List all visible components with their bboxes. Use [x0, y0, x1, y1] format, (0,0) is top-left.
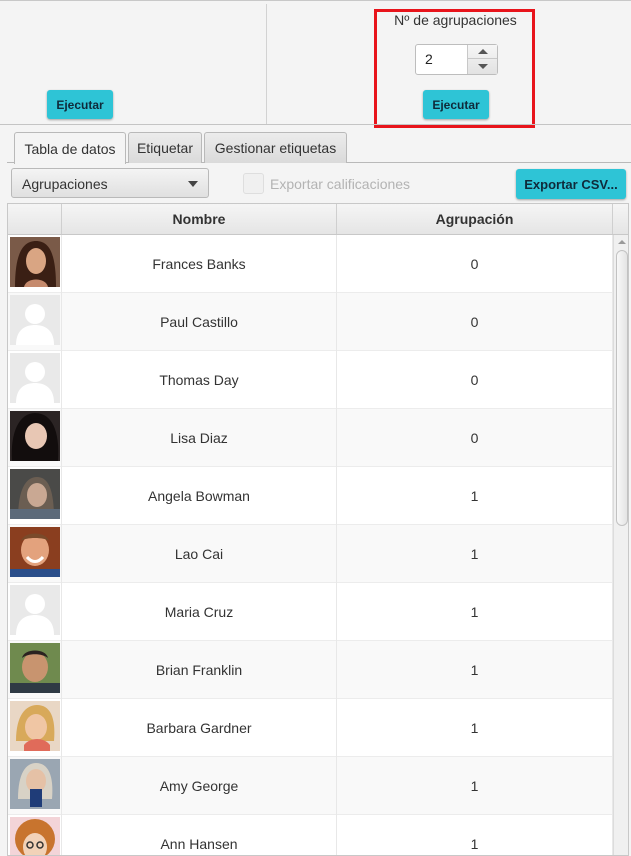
scroll-up-button[interactable]	[614, 235, 628, 249]
group-cell: 1	[337, 815, 613, 855]
name-cell: Amy George	[62, 757, 337, 815]
table-row[interactable]: Lao Cai 1	[8, 525, 613, 583]
avatar	[10, 411, 60, 461]
column-header-name[interactable]: Nombre	[62, 204, 337, 234]
tab-label[interactable]: Etiquetar	[128, 132, 202, 163]
panel-divider	[266, 4, 267, 124]
group-count-spinner[interactable]: 2	[415, 44, 498, 75]
name-cell: Lao Cai	[62, 525, 337, 583]
name-cell: Angela Bowman	[62, 467, 337, 525]
spinner-buttons	[467, 45, 497, 74]
avatar-cell	[8, 235, 62, 293]
name-cell: Maria Cruz	[62, 583, 337, 641]
avatar	[10, 469, 60, 519]
group-count-value[interactable]: 2	[425, 51, 433, 67]
avatar-cell	[8, 409, 62, 467]
grouping-combo-value: Agrupaciones	[22, 176, 108, 192]
table-row[interactable]: Brian Franklin 1	[8, 641, 613, 699]
name-cell: Thomas Day	[62, 351, 337, 409]
arrow-up-icon	[618, 240, 626, 244]
avatar	[10, 295, 60, 345]
grouping-combo[interactable]: Agrupaciones	[11, 168, 209, 198]
table-body: Frances Banks 0 Paul Castillo 0 Thomas Day 0 L…	[8, 235, 613, 855]
arrow-up-icon	[477, 49, 488, 54]
group-cell: 0	[337, 293, 613, 351]
column-header-avatar[interactable]	[8, 204, 62, 234]
table-row[interactable]: Thomas Day 0	[8, 351, 613, 409]
group-cell: 0	[337, 235, 613, 293]
export-csv-button[interactable]: Exportar CSV...	[516, 169, 626, 199]
group-count-label: Nº de agrupaciones	[394, 12, 517, 28]
table-row[interactable]: Ann Hansen 1	[8, 815, 613, 855]
avatar-cell	[8, 699, 62, 757]
table-header: Nombre Agrupación	[8, 204, 628, 235]
avatar-cell	[8, 351, 62, 409]
table-row[interactable]: Amy George 1	[8, 757, 613, 815]
name-cell: Brian Franklin	[62, 641, 337, 699]
top-panel: Ejecutar Nº de agrupaciones 2 Ejecutar	[0, 0, 631, 128]
increment-button[interactable]	[468, 45, 497, 59]
tab-manage-labels[interactable]: Gestionar etiquetas	[204, 132, 347, 163]
avatar-cell	[8, 525, 62, 583]
column-header-spacer	[613, 204, 628, 234]
avatar-cell	[8, 641, 62, 699]
name-cell: Barbara Gardner	[62, 699, 337, 757]
avatar-cell	[8, 293, 62, 351]
arrow-down-icon	[477, 63, 488, 69]
tab-data-table[interactable]: Tabla de datos	[14, 132, 126, 164]
table-row[interactable]: Maria Cruz 1	[8, 583, 613, 641]
app-window: Ejecutar Nº de agrupaciones 2 Ejecutar T…	[0, 0, 631, 856]
table-row[interactable]: Lisa Diaz 0	[8, 409, 613, 467]
group-cell: 1	[337, 699, 613, 757]
group-cell: 1	[337, 757, 613, 815]
avatar	[10, 817, 60, 855]
avatar	[10, 701, 60, 751]
avatar	[10, 643, 60, 693]
name-cell: Paul Castillo	[62, 293, 337, 351]
name-cell: Frances Banks	[62, 235, 337, 293]
name-cell: Lisa Diaz	[62, 409, 337, 467]
avatar-cell	[8, 757, 62, 815]
export-grades-label: Exportar calificaciones	[270, 176, 411, 192]
scroll-thumb[interactable]	[616, 250, 628, 526]
execute-button-right[interactable]: Ejecutar	[423, 90, 489, 119]
avatar-cell	[8, 815, 62, 855]
group-cell: 0	[337, 351, 613, 409]
group-cell: 0	[337, 409, 613, 467]
name-cell: Ann Hansen	[62, 815, 337, 855]
data-table: Nombre Agrupación Frances Banks 0 Paul Cas…	[7, 203, 629, 856]
group-cell: 1	[337, 641, 613, 699]
table-row[interactable]: Paul Castillo 0	[8, 293, 613, 351]
group-cell: 1	[337, 525, 613, 583]
avatar-cell	[8, 583, 62, 641]
export-grades-checkbox[interactable]	[243, 173, 264, 194]
divider	[0, 124, 631, 125]
avatar	[10, 353, 60, 403]
column-header-group[interactable]: Agrupación	[337, 204, 613, 234]
table-row[interactable]: Barbara Gardner 1	[8, 699, 613, 757]
chevron-down-icon	[188, 181, 198, 187]
avatar	[10, 527, 60, 577]
group-cell: 1	[337, 583, 613, 641]
avatar	[10, 759, 60, 809]
avatar	[10, 237, 60, 287]
table-row[interactable]: Angela Bowman 1	[8, 467, 613, 525]
vertical-scrollbar[interactable]	[613, 235, 628, 855]
group-cell: 1	[337, 467, 613, 525]
table-row[interactable]: Frances Banks 0	[8, 235, 613, 293]
avatar	[10, 585, 60, 635]
tab-bar: Tabla de datos Etiquetar Gestionar etiqu…	[7, 128, 631, 164]
avatar-cell	[8, 467, 62, 525]
decrement-button[interactable]	[468, 59, 497, 73]
execute-button-left[interactable]: Ejecutar	[47, 90, 113, 119]
